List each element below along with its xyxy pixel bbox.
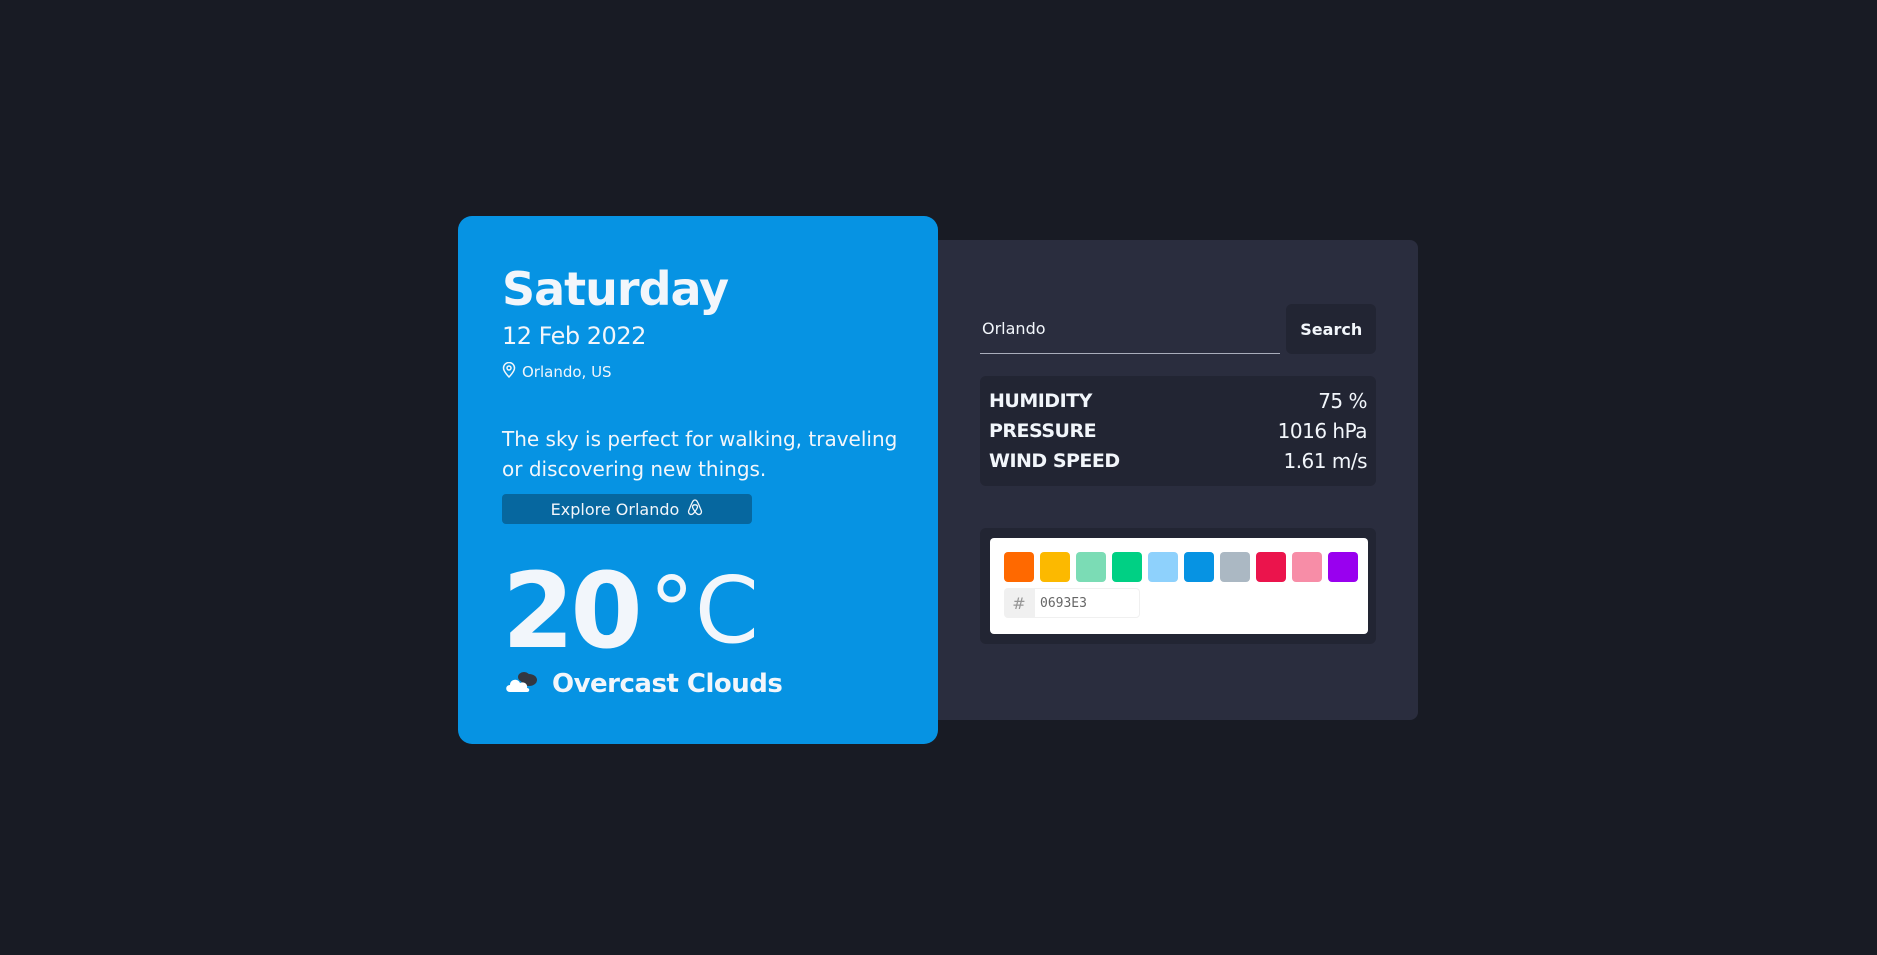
pressure-label: PRESSURE — [989, 420, 1097, 442]
explore-button[interactable]: Explore Orlando — [502, 494, 752, 524]
color-swatch[interactable] — [1040, 552, 1070, 582]
humidity-row: HUMIDITY 75 % — [989, 386, 1367, 416]
location-text: Orlando, US — [522, 363, 612, 381]
weather-card: Saturday 12 Feb 2022 Orlando, US The sky… — [458, 216, 938, 744]
location-row: Orlando, US — [502, 361, 894, 382]
color-swatch[interactable] — [1292, 552, 1322, 582]
color-swatch[interactable] — [1004, 552, 1034, 582]
wind-speed-value: 1.61 m/s — [1283, 449, 1367, 473]
airbnb-icon — [687, 498, 703, 520]
color-swatch[interactable] — [1220, 552, 1250, 582]
color-swatch[interactable] — [1256, 552, 1286, 582]
temperature-unit: °C — [648, 557, 759, 664]
search-row: Search — [980, 304, 1376, 354]
city-search-input[interactable] — [980, 304, 1281, 354]
temperature-value: 20 — [502, 550, 643, 672]
hex-color-input[interactable] — [1034, 588, 1140, 618]
search-button[interactable]: Search — [1286, 304, 1376, 354]
color-swatch[interactable] — [1148, 552, 1178, 582]
cloud-icon — [502, 668, 540, 700]
wind-speed-label: WIND SPEED — [989, 450, 1120, 472]
pressure-row: PRESSURE 1016 hPa — [989, 416, 1368, 446]
color-picker: # — [990, 538, 1368, 634]
weather-stats: HUMIDITY 75 % PRESSURE 1016 hPa WIND SPE… — [980, 376, 1376, 486]
condition-row: Overcast Clouds — [502, 668, 894, 700]
pressure-value: 1016 hPa — [1277, 419, 1368, 443]
tagline: The sky is perfect for walking, travelin… — [502, 427, 898, 481]
color-swatch[interactable] — [1112, 552, 1142, 582]
explore-label: Explore Orlando — [550, 499, 680, 519]
details-panel: Search HUMIDITY 75 % PRESSURE 1016 hPa W… — [938, 240, 1418, 720]
color-swatch[interactable] — [1076, 552, 1106, 582]
map-pin-icon — [502, 361, 516, 382]
color-swatch[interactable] — [1328, 552, 1358, 582]
humidity-label: HUMIDITY — [989, 390, 1092, 412]
date-text: 12 Feb 2022 — [502, 322, 646, 350]
temperature-row: 20 °C — [502, 550, 894, 672]
day-name: Saturday — [502, 262, 729, 316]
condition-text: Overcast Clouds — [552, 669, 783, 699]
hex-hash-label: # — [1004, 588, 1034, 618]
color-swatch[interactable] — [1184, 552, 1214, 582]
humidity-value: 75 % — [1318, 389, 1367, 413]
wind-speed-row: WIND SPEED 1.61 m/s — [989, 446, 1367, 476]
color-picker-frame: # — [980, 528, 1376, 644]
